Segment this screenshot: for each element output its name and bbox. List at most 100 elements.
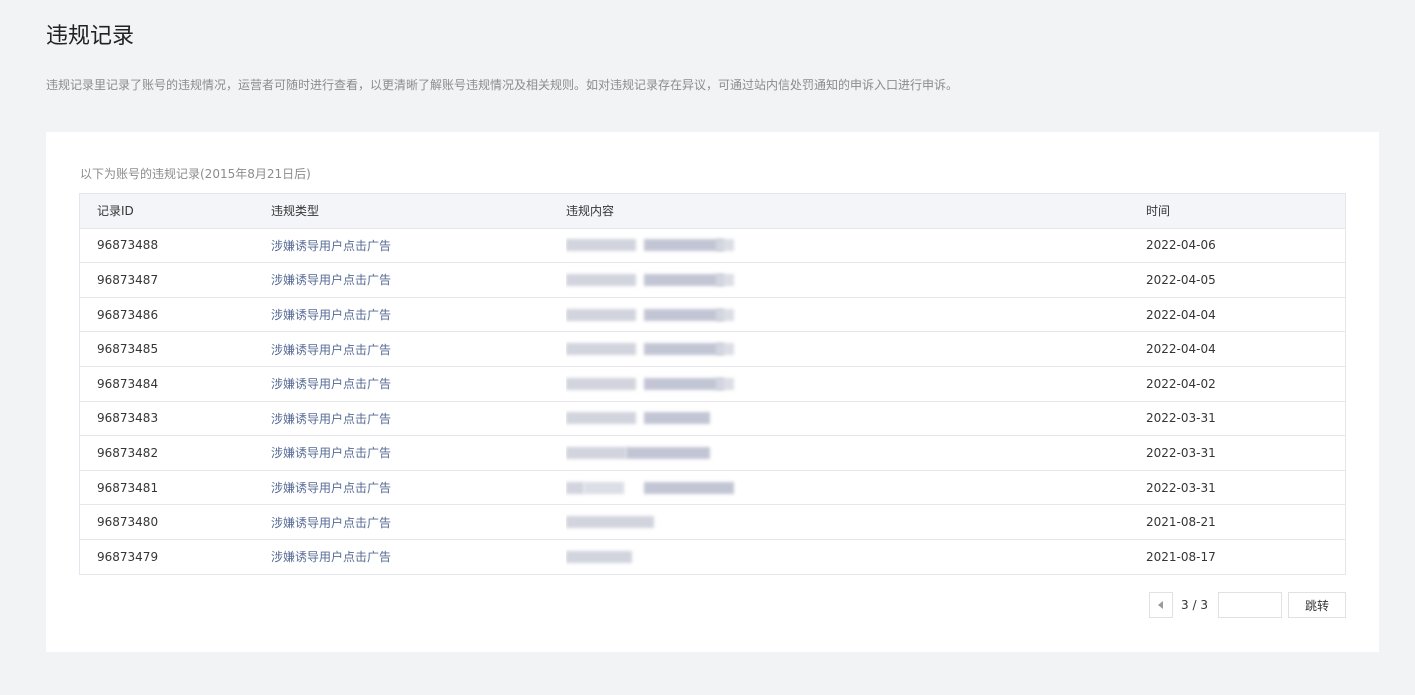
prev-page-button[interactable] (1149, 592, 1174, 618)
violation-type-link[interactable]: 涉嫌诱导用户点击广告 (271, 366, 566, 402)
violation-type-link[interactable]: 涉嫌诱导用户点击广告 (271, 504, 566, 540)
redacted-content (566, 305, 1146, 325)
violation-type-link[interactable]: 涉嫌诱导用户点击广告 (271, 401, 566, 437)
header-violation-type: 违规类型 (271, 193, 566, 229)
page-indicator: 3 / 3 (1181, 598, 1208, 612)
redacted-content (566, 270, 1146, 290)
time-cell: 2022-04-02 (1146, 366, 1346, 402)
record-id-cell: 96873485 (79, 331, 271, 367)
violation-type-link[interactable]: 涉嫌诱导用户点击广告 (271, 228, 566, 264)
violation-type-link[interactable]: 涉嫌诱导用户点击广告 (271, 297, 566, 333)
time-cell: 2021-08-21 (1146, 504, 1346, 540)
redacted-bar (584, 481, 624, 494)
time-cell: 2022-04-05 (1146, 262, 1346, 298)
redacted-bar (716, 377, 734, 390)
table-row: 96873479 涉嫌诱导用户点击广告 2021-08-17 (80, 539, 1346, 574)
time-cell: 2022-04-04 (1146, 297, 1346, 333)
record-id-cell: 96873484 (79, 366, 271, 402)
violation-content-cell (566, 539, 1146, 574)
table-row: 96873480 涉嫌诱导用户点击广告 2021-08-21 (79, 504, 1346, 540)
redacted-content (566, 374, 1146, 394)
redacted-content (566, 339, 1146, 359)
violation-type-link[interactable]: 涉嫌诱导用户点击广告 (271, 539, 566, 574)
redacted-bar (566, 516, 654, 529)
page-description: 违规记录里记录了账号的违规情况，运营者可随时进行查看，以更清晰了解账号违规情况及… (46, 78, 959, 92)
time-cell: 2022-03-31 (1146, 435, 1346, 471)
record-id-cell: 96873479 (97, 549, 159, 564)
header-time: 时间 (1146, 193, 1346, 229)
redacted-bar (566, 343, 636, 356)
redacted-bar (626, 446, 710, 459)
table-row: 96873482 涉嫌诱导用户点击广告 2022-03-31 (79, 435, 1346, 471)
violation-type-link[interactable]: 涉嫌诱导用户点击广告 (271, 262, 566, 298)
redacted-bar (566, 239, 636, 252)
redacted-bar (644, 343, 724, 356)
redacted-bar (644, 412, 710, 425)
table-row: 96873486 涉嫌诱导用户点击广告 2022-04-04 (79, 297, 1346, 333)
time-cell: 2021-08-17 (1146, 549, 1216, 564)
record-id-cell: 96873487 (79, 262, 271, 298)
redacted-bar (644, 308, 724, 321)
violation-content-cell (566, 297, 1146, 333)
violation-content-cell (566, 504, 1146, 540)
table-caption: 以下为账号的违规记录(2015年8月21日后) (80, 167, 311, 181)
redacted-bar (716, 343, 734, 356)
redacted-bar (644, 481, 734, 494)
redacted-bar (716, 308, 734, 321)
violation-content-cell (566, 228, 1146, 264)
time-cell: 2022-04-06 (1146, 228, 1346, 264)
page-jump-input[interactable] (1218, 592, 1282, 618)
redacted-bar (716, 273, 734, 286)
table-row: 96873483 涉嫌诱导用户点击广告 2022-03-31 (79, 401, 1346, 437)
header-violation-content: 违规内容 (566, 193, 1146, 229)
violation-content-cell (566, 366, 1146, 402)
time-cell: 2022-03-31 (1146, 470, 1346, 506)
violation-table: 记录ID 违规类型 违规内容 时间 96873488 涉嫌诱导用户点击广告 2022… (79, 193, 1346, 575)
violation-content-cell (566, 435, 1146, 471)
redacted-bar (566, 550, 632, 563)
redacted-bar (566, 308, 636, 321)
time-cell: 2022-04-04 (1146, 331, 1346, 367)
redacted-content (566, 512, 1146, 532)
redacted-content (566, 443, 1146, 463)
pagination: 3 / 3 跳转 (1149, 592, 1346, 618)
redacted-bar (716, 239, 734, 252)
record-id-cell: 96873483 (79, 401, 271, 437)
record-id-cell: 96873482 (79, 435, 271, 471)
redacted-bar (644, 377, 724, 390)
violation-type-link[interactable]: 涉嫌诱导用户点击广告 (271, 331, 566, 367)
table-row: 96873487 涉嫌诱导用户点击广告 2022-04-05 (79, 262, 1346, 298)
record-id-cell: 96873480 (79, 504, 271, 540)
redacted-content (566, 478, 1146, 498)
record-id-cell: 96873486 (79, 297, 271, 333)
violation-content-cell (566, 331, 1146, 367)
jump-button[interactable]: 跳转 (1288, 592, 1346, 618)
table-row: 96873484 涉嫌诱导用户点击广告 2022-04-02 (79, 366, 1346, 402)
redacted-content (566, 547, 1146, 567)
caret-left-icon (1157, 601, 1163, 609)
record-id-cell: 96873488 (79, 228, 271, 264)
violation-records-card: 以下为账号的违规记录(2015年8月21日后) 记录ID 违规类型 违规内容 时… (46, 132, 1379, 652)
violation-content-cell (566, 262, 1146, 298)
redacted-bar (644, 239, 724, 252)
violation-type-link[interactable]: 涉嫌诱导用户点击广告 (271, 470, 566, 506)
time-cell: 2022-03-31 (1146, 401, 1346, 437)
table-header-row: 记录ID 违规类型 违规内容 时间 (79, 193, 1346, 229)
table-body: 96873488 涉嫌诱导用户点击广告 2022-04-06 96873487 涉嫌诱导… (79, 228, 1346, 574)
redacted-bar (566, 412, 636, 425)
record-id-cell: 96873481 (79, 470, 271, 506)
violation-content-cell (566, 401, 1146, 437)
violation-type-link[interactable]: 涉嫌诱导用户点击广告 (271, 435, 566, 471)
table-row: 96873488 涉嫌诱导用户点击广告 2022-04-06 (79, 228, 1346, 264)
violation-content-cell (566, 470, 1146, 506)
header-record-id: 记录ID (79, 193, 271, 229)
redacted-content (566, 408, 1146, 428)
redacted-bar (644, 273, 724, 286)
redacted-bar (566, 481, 584, 494)
page-title: 违规记录 (46, 24, 135, 49)
table-row: 96873481 涉嫌诱导用户点击广告 2022-03-31 (79, 470, 1346, 506)
redacted-bar (566, 446, 626, 459)
table-row: 96873485 涉嫌诱导用户点击广告 2022-04-04 (79, 331, 1346, 367)
redacted-bar (566, 377, 636, 390)
redacted-content (566, 235, 1146, 255)
